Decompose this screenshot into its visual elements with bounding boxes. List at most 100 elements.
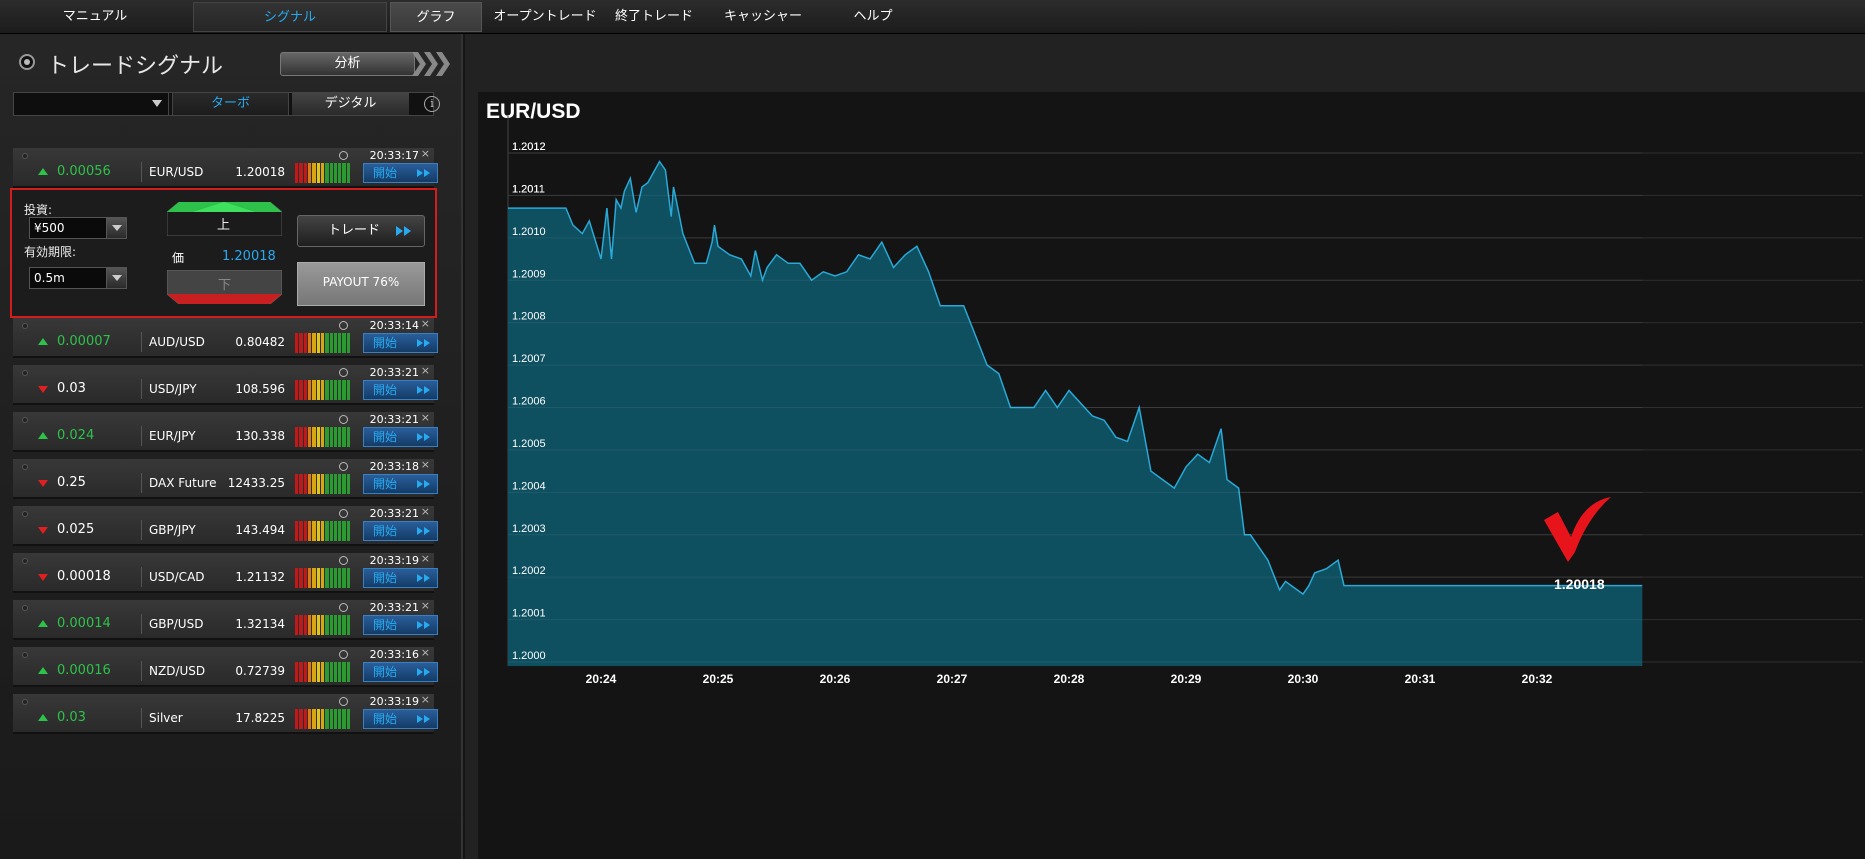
start-button[interactable]: 開始 [363,163,438,183]
close-icon[interactable]: × [421,458,430,471]
signal-row[interactable]: 20:33:21 × 0.00014 GBP/USD 1.32134 開始 [13,599,438,640]
signal-price: 17.8225 [235,711,285,725]
start-button[interactable]: 開始 [363,474,438,494]
payout-badge: PAYOUT 76% [297,262,425,306]
strength-bar [316,709,320,729]
strength-bar [307,615,312,635]
signal-row[interactable]: 20:33:16 × 0.00016 NZD/USD 0.72739 開始 [13,646,438,687]
radio-icon[interactable] [19,54,35,70]
divider [141,426,142,446]
status-dot-icon [22,511,28,517]
strength-bar [303,662,307,682]
start-button[interactable]: 開始 [363,615,438,635]
close-icon[interactable]: × [421,552,430,565]
signal-row[interactable]: 20:33:17 × 0.00056 EUR/USD 1.20018 開始 [13,147,438,188]
close-icon[interactable]: × [421,646,430,659]
strength-bar [303,380,307,400]
strength-bar [299,662,303,682]
strength-bar [333,427,338,447]
strength-bar [338,380,342,400]
start-button[interactable]: 開始 [363,568,438,588]
signal-row[interactable]: 20:33:21 × 0.03 USD/JPY 108.596 開始 [13,364,438,405]
double-arrow-icon [417,480,430,488]
signal-row[interactable]: 20:33:19 × 0.00018 USD/CAD 1.21132 開始 [13,552,438,593]
signal-symbol: AUD/USD [149,335,205,349]
tab-open-trades[interactable]: オープントレード [486,2,604,32]
close-icon[interactable]: × [421,599,430,612]
start-button[interactable]: 開始 [363,521,438,541]
close-icon[interactable]: × [421,147,430,160]
start-button[interactable]: 開始 [363,333,438,353]
strength-bar [299,521,303,541]
strength-bar [295,615,299,635]
start-label: 開始 [373,166,398,180]
tab-graph[interactable]: グラフ [390,2,482,32]
signal-row[interactable]: 20:33:21 × 0.025 GBP/JPY 143.494 開始 [13,505,438,546]
expiry-select[interactable]: 0.5m [29,267,127,289]
strength-bar [307,380,312,400]
start-button[interactable]: 開始 [363,380,438,400]
y-tick-label: 1.2004 [512,480,546,492]
status-dot-icon [22,417,28,423]
investment-select[interactable]: ¥500 [29,217,127,239]
tab-signal[interactable]: シグナル [193,2,387,32]
tab-help[interactable]: ヘルプ [833,2,913,32]
start-button[interactable]: 開始 [363,662,438,682]
signal-row[interactable]: 20:33:18 × 0.25 DAX Future 12433.25 開始 [13,458,438,499]
x-tick-label: 20:29 [1171,672,1202,686]
strength-meter [295,474,351,494]
tab-manual[interactable]: マニュアル [0,2,190,32]
start-label: 開始 [373,430,398,444]
start-label: 開始 [373,336,398,350]
strength-bar [325,615,329,635]
strength-bar [333,615,338,635]
strength-bar [338,662,342,682]
strength-bar [325,333,329,353]
start-button[interactable]: 開始 [363,427,438,447]
clock-icon [339,603,348,612]
close-icon[interactable]: × [421,317,430,330]
price-chart[interactable]: 1.2012 1.2011 1.2010 1.2009 1.2008 1.2007 1.20… [478,92,1865,859]
start-label: 開始 [373,571,398,585]
strength-bar [346,427,351,447]
strength-bar [325,662,329,682]
tab-cashier[interactable]: キャッシャー [713,2,813,32]
close-icon[interactable]: × [421,411,430,424]
start-button[interactable]: 開始 [363,709,438,729]
close-icon[interactable]: × [421,505,430,518]
close-icon[interactable]: × [421,364,430,377]
signal-time: 20:33:21 [369,413,419,426]
trade-button[interactable]: トレード [297,215,425,247]
analyze-button[interactable]: 分析 [280,52,415,76]
x-tick-label: 20:32 [1522,672,1553,686]
price-area [508,161,1643,666]
strength-bar [320,662,325,682]
signal-row[interactable]: 20:33:19 × 0.03 Silver 17.8225 開始 [13,693,438,734]
tab-turbo[interactable]: ターボ [172,93,289,115]
y-tick-label: 1.2003 [512,523,546,535]
tab-closed-trades[interactable]: 終了トレード [606,2,702,32]
signal-price: 12433.25 [227,476,285,490]
divider [141,379,142,399]
strength-bar [312,427,316,447]
start-label: 開始 [373,383,398,397]
signal-row[interactable]: 20:33:14 × 0.00007 AUD/USD 0.80482 開始 [13,317,438,358]
asset-filter-dropdown[interactable] [14,93,169,115]
status-dot-icon [22,558,28,564]
strength-meter [295,521,351,541]
strength-bar [316,427,320,447]
strength-bar [307,163,312,183]
signal-row[interactable]: 20:33:21 × 0.024 EUR/JPY 130.338 開始 [13,411,438,452]
signal-symbol: EUR/JPY [149,429,196,443]
up-label: 上 [217,218,231,233]
tab-digital[interactable]: デジタル [292,93,409,115]
strength-bar [312,615,316,635]
divider [141,332,142,352]
close-icon[interactable]: × [421,693,430,706]
info-icon[interactable]: i [424,96,440,112]
strength-bar [342,521,346,541]
start-label: 開始 [373,477,398,491]
divider [141,520,142,540]
strength-bar [320,427,325,447]
arrow-down-icon [38,386,48,393]
